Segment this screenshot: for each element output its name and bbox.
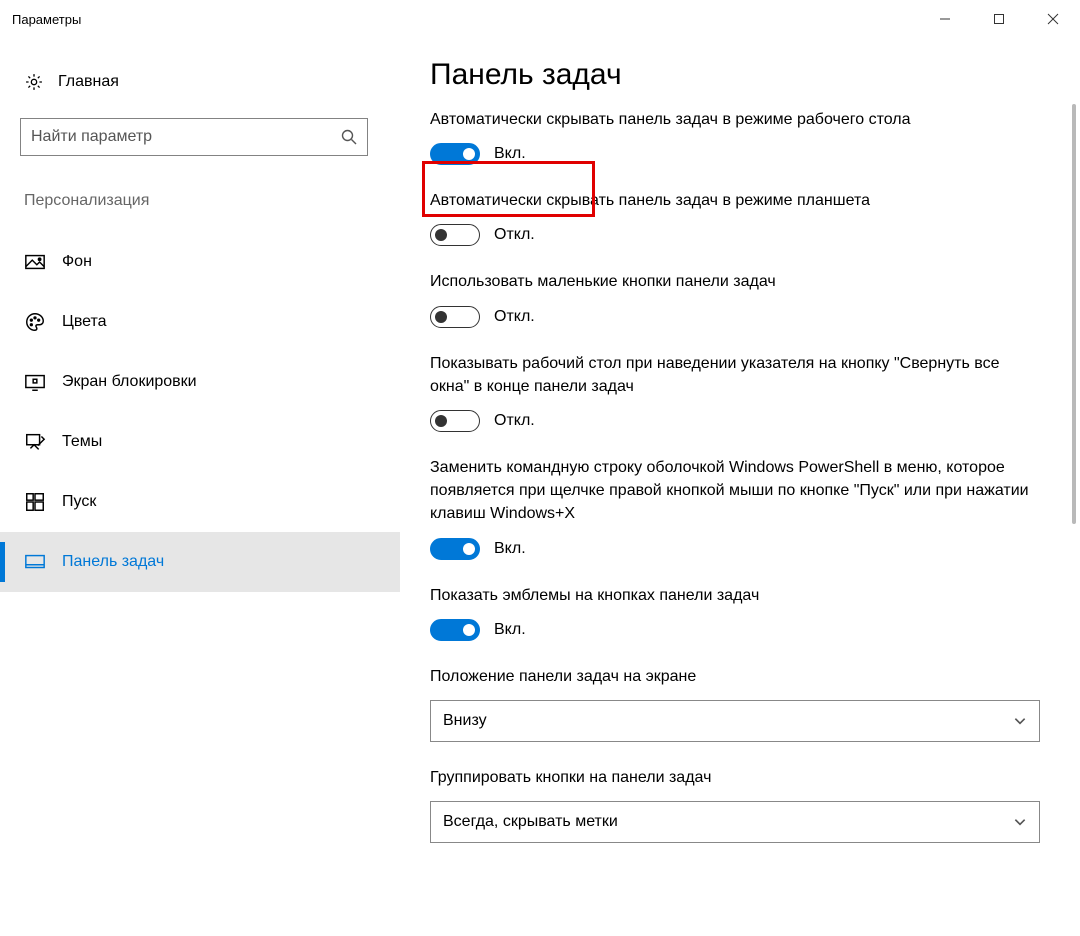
setting-label: Заменить командную строку оболочкой Wind… (430, 456, 1030, 526)
minimize-button[interactable] (918, 0, 972, 38)
taskbar-icon (24, 551, 46, 573)
sidebar-item-label: Экран блокировки (62, 373, 197, 391)
sidebar-item-lockscreen[interactable]: Экран блокировки (0, 352, 400, 412)
setting-group-buttons: Группировать кнопки на панели задач Всег… (430, 766, 1060, 843)
start-icon (24, 491, 46, 513)
toggle-small-buttons[interactable] (430, 306, 480, 328)
toggle-state: Вкл. (494, 145, 526, 163)
lockscreen-icon (24, 371, 46, 393)
window-controls (918, 0, 1080, 38)
sidebar-item-start[interactable]: Пуск (0, 472, 400, 532)
chevron-down-icon (1013, 815, 1027, 829)
gear-icon (24, 72, 44, 92)
close-button[interactable] (1026, 0, 1080, 38)
setting-autohide-tablet: Автоматически скрывать панель задач в ре… (430, 189, 1060, 246)
sidebar-item-taskbar[interactable]: Панель задач (0, 532, 400, 592)
search-input[interactable]: Найти параметр (20, 118, 368, 156)
sidebar: Главная Найти параметр Персонализация Фо… (0, 38, 400, 936)
sidebar-item-themes[interactable]: Темы (0, 412, 400, 472)
toggle-peek-desktop[interactable] (430, 410, 480, 432)
search-placeholder: Найти параметр (31, 128, 341, 146)
nav-list: Фон Цвета Экран блокировки Темы (0, 232, 400, 592)
home-link[interactable]: Главная (20, 64, 400, 108)
maximize-button[interactable] (972, 0, 1026, 38)
main-panel: Панель задач Автоматически скрывать пане… (400, 38, 1080, 936)
setting-label: Использовать маленькие кнопки панели зад… (430, 270, 1030, 293)
setting-label: Показать эмблемы на кнопках панели задач (430, 584, 1030, 607)
sidebar-item-label: Пуск (62, 493, 96, 511)
setting-label: Группировать кнопки на панели задач (430, 766, 1030, 789)
setting-autohide-desktop: Автоматически скрывать панель задач в ре… (430, 108, 1060, 165)
setting-show-badges: Показать эмблемы на кнопках панели задач… (430, 584, 1060, 641)
setting-label: Автоматически скрывать панель задач в ре… (430, 108, 1030, 131)
dropdown-value: Внизу (443, 712, 487, 730)
sidebar-item-label: Цвета (62, 313, 107, 331)
toggle-autohide-desktop[interactable] (430, 143, 480, 165)
setting-taskbar-position: Положение панели задач на экране Внизу (430, 665, 1060, 742)
sidebar-item-label: Фон (62, 253, 92, 271)
toggle-state: Откл. (494, 412, 535, 430)
setting-label: Положение панели задач на экране (430, 665, 1030, 688)
themes-icon (24, 431, 46, 453)
home-label: Главная (58, 73, 119, 91)
window-title: Параметры (12, 12, 918, 27)
scrollbar-thumb[interactable] (1072, 104, 1076, 524)
toggle-state: Откл. (494, 308, 535, 326)
dropdown-group-buttons[interactable]: Всегда, скрывать метки (430, 801, 1040, 843)
setting-label: Автоматически скрывать панель задач в ре… (430, 189, 1030, 212)
setting-replace-cmd-powershell: Заменить командную строку оболочкой Wind… (430, 456, 1060, 560)
dropdown-taskbar-position[interactable]: Внизу (430, 700, 1040, 742)
dropdown-value: Всегда, скрывать метки (443, 813, 618, 831)
setting-label: Показывать рабочий стол при наведении ук… (430, 352, 1030, 398)
palette-icon (24, 311, 46, 333)
titlebar: Параметры (0, 0, 1080, 38)
toggle-state: Вкл. (494, 621, 526, 639)
toggle-state: Откл. (494, 226, 535, 244)
page-title: Панель задач (430, 58, 1060, 92)
toggle-replace-cmd[interactable] (430, 538, 480, 560)
sidebar-item-label: Темы (62, 433, 102, 451)
sidebar-item-label: Панель задач (62, 553, 164, 571)
toggle-show-badges[interactable] (430, 619, 480, 641)
section-title: Персонализация (20, 156, 400, 226)
toggle-autohide-tablet[interactable] (430, 224, 480, 246)
vertical-scrollbar[interactable] (1066, 104, 1080, 936)
sidebar-item-colors[interactable]: Цвета (0, 292, 400, 352)
chevron-down-icon (1013, 714, 1027, 728)
toggle-state: Вкл. (494, 540, 526, 558)
picture-icon (24, 251, 46, 273)
search-icon (341, 129, 357, 145)
setting-small-buttons: Использовать маленькие кнопки панели зад… (430, 270, 1060, 327)
setting-peek-desktop: Показывать рабочий стол при наведении ук… (430, 352, 1060, 432)
sidebar-item-background[interactable]: Фон (0, 232, 400, 292)
